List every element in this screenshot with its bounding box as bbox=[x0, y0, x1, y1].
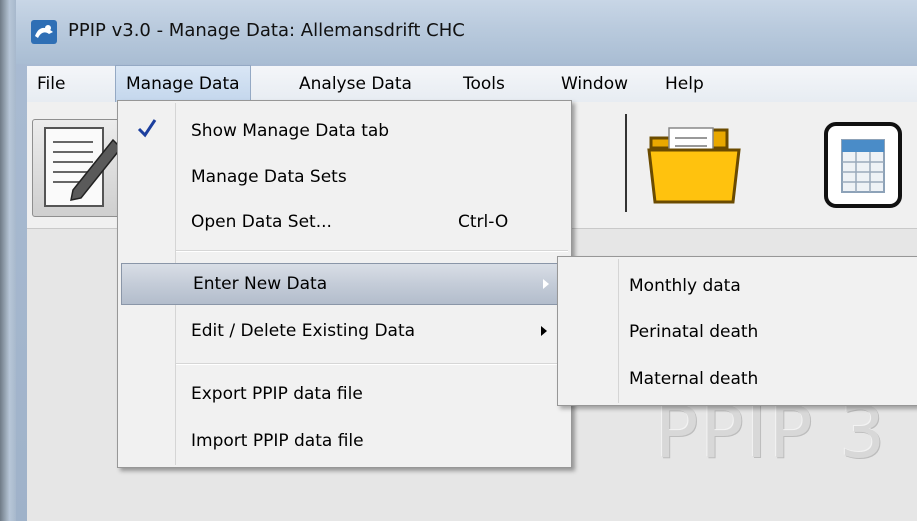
window-title: PPIP v3.0 - Manage Data: Allemansdrift C… bbox=[68, 20, 465, 41]
submenu-arrow-icon bbox=[543, 279, 549, 289]
menu-item-enter-new-data[interactable]: Enter New Data bbox=[121, 263, 570, 305]
enter-new-data-submenu: Monthly data Perinatal death Maternal de… bbox=[557, 256, 917, 406]
toolbar-separator bbox=[625, 114, 627, 212]
menu-tools[interactable]: Tools bbox=[463, 66, 505, 102]
document-pen-icon bbox=[44, 127, 123, 207]
menu-item-edit-delete-data[interactable]: Edit / Delete Existing Data bbox=[120, 311, 569, 351]
menu-item-import-ppip-file[interactable]: Import PPIP data file bbox=[120, 421, 569, 461]
submenu-arrow-icon bbox=[541, 326, 547, 336]
menu-item-label: Open Data Set... bbox=[191, 212, 332, 232]
menu-item-export-ppip-file[interactable]: Export PPIP data file bbox=[120, 374, 569, 414]
manage-data-dropdown: Show Manage Data tab Manage Data Sets Op… bbox=[117, 100, 572, 468]
menu-manage-data[interactable]: Manage Data bbox=[115, 65, 251, 103]
checkmark-icon bbox=[137, 119, 157, 138]
menu-separator bbox=[176, 250, 568, 252]
menu-item-label: Edit / Delete Existing Data bbox=[191, 321, 416, 341]
shortcut-label: Ctrl-O bbox=[458, 212, 509, 232]
submenu-item-perinatal-death[interactable]: Perinatal death bbox=[629, 317, 758, 347]
menu-item-label: Enter New Data bbox=[193, 274, 328, 294]
calendar-icon[interactable] bbox=[822, 120, 904, 210]
menu-item-label: Show Manage Data tab bbox=[191, 121, 390, 141]
submenu-item-monthly-data[interactable]: Monthly data bbox=[629, 271, 741, 301]
submenu-gutter bbox=[618, 259, 619, 403]
menu-item-manage-data-sets[interactable]: Manage Data Sets bbox=[120, 157, 569, 197]
menu-item-label: Export PPIP data file bbox=[191, 384, 363, 404]
toolbar-edit-button[interactable] bbox=[32, 119, 126, 217]
menu-item-label: Import PPIP data file bbox=[191, 431, 364, 451]
submenu-item-maternal-death[interactable]: Maternal death bbox=[629, 364, 758, 394]
menu-separator bbox=[176, 363, 568, 365]
window-left-border bbox=[0, 0, 16, 521]
folder-icon[interactable] bbox=[647, 124, 743, 206]
menu-item-open-data-set[interactable]: Open Data Set... Ctrl-O bbox=[120, 202, 569, 242]
menu-file[interactable]: File bbox=[37, 66, 65, 102]
menu-analyse-data[interactable]: Analyse Data bbox=[299, 66, 412, 102]
app-logo-icon bbox=[31, 20, 57, 44]
menu-window[interactable]: Window bbox=[561, 66, 628, 102]
menu-help[interactable]: Help bbox=[665, 66, 704, 102]
menu-item-label: Manage Data Sets bbox=[191, 167, 347, 187]
menu-bar: File Manage Data Analyse Data Tools Wind… bbox=[27, 65, 917, 103]
menu-item-show-manage-data-tab[interactable]: Show Manage Data tab bbox=[120, 111, 569, 151]
